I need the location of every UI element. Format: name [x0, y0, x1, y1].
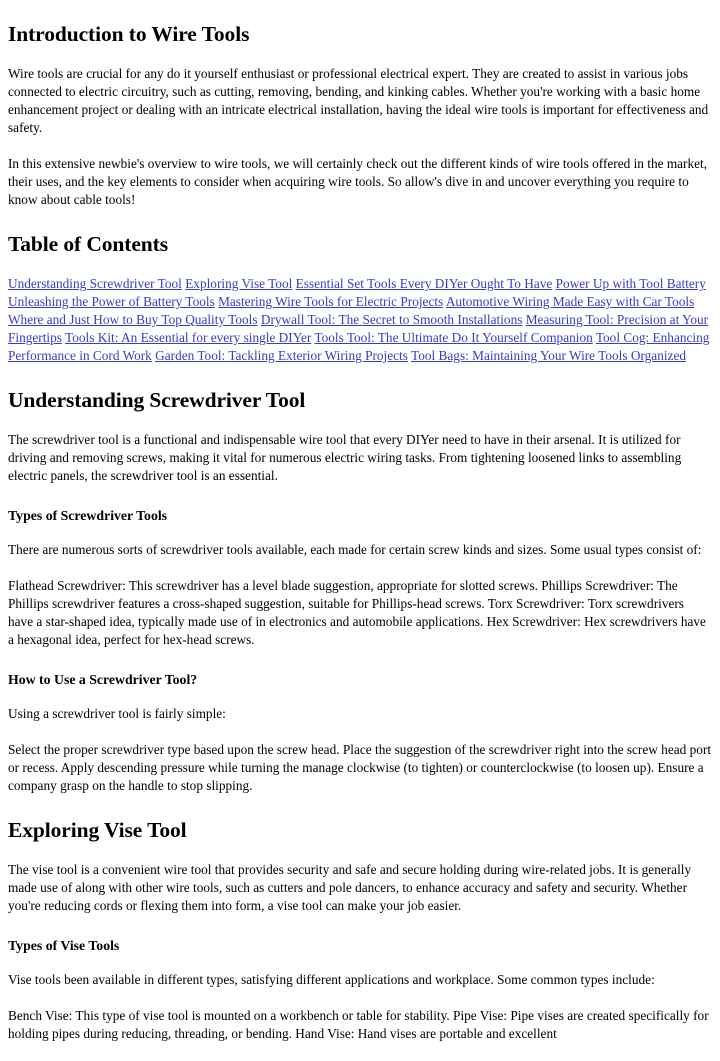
vise-types-paragraph-1: Vise tools been available in different t…: [8, 972, 655, 987]
intro-paragraph-2: In this extensive newbie's overview to w…: [8, 156, 708, 207]
document-page: Introduction to Wire Tools Wire tools ar…: [0, 0, 720, 1061]
screwdriver-intro-paragraph: The screwdriver tool is a functional and…: [8, 432, 682, 483]
vise-types-paragraph-2: Bench Vise: This type of vise tool is mo…: [8, 1008, 709, 1041]
toc-link[interactable]: Mastering Wire Tools for Electric Projec…: [218, 294, 443, 309]
screwdriver-types-paragraph-2: Flathead Screwdriver: This screwdriver h…: [8, 578, 706, 647]
page-title: Introduction to Wire Tools: [8, 22, 250, 46]
table-of-contents-heading: Table of Contents: [8, 232, 168, 256]
toc-link[interactable]: Tool Bags: Maintaining Your Wire Tools O…: [411, 348, 686, 363]
screwdriver-howto-paragraph-2: Select the proper screwdriver type based…: [8, 742, 712, 793]
screwdriver-howto-paragraph-1: Using a screwdriver tool is fairly simpl…: [8, 706, 226, 721]
section-heading-understanding-screwdriver-tool: Understanding Screwdriver Tool: [8, 388, 306, 412]
section-heading-exploring-vise-tool: Exploring Vise Tool: [8, 818, 187, 842]
toc-link[interactable]: Garden Tool: Tackling Exterior Wiring Pr…: [155, 348, 408, 363]
toc-link[interactable]: Where and Just How to Buy Top Quality To…: [8, 312, 258, 327]
toc-link[interactable]: Exploring Vise Tool: [185, 276, 292, 291]
toc-link[interactable]: Understanding Screwdriver Tool: [8, 276, 182, 291]
toc-link[interactable]: Essential Set Tools Every DIYer Ought To…: [296, 276, 553, 291]
intro-paragraph-1: Wire tools are crucial for any do it you…: [8, 66, 709, 135]
toc-link[interactable]: Tools Tool: The Ultimate Do It Yourself …: [314, 330, 592, 345]
toc-link[interactable]: Drywall Tool: The Secret to Smooth Insta…: [261, 312, 523, 327]
subheading-types-of-vise-tools: Types of Vise Tools: [8, 938, 120, 953]
toc-link[interactable]: Unleashing the Power of Battery Tools: [8, 294, 215, 309]
toc-link[interactable]: Automotive Wiring Made Easy with Car Too…: [446, 294, 694, 309]
toc-link[interactable]: Power Up with Tool Battery: [556, 276, 706, 291]
table-of-contents-list: Understanding Screwdriver Tool Exploring…: [8, 275, 712, 365]
screwdriver-types-paragraph-1: There are numerous sorts of screwdriver …: [8, 542, 702, 557]
subheading-how-to-use-a-screwdriver-tool: How to Use a Screwdriver Tool?: [8, 672, 198, 687]
subheading-types-of-screwdriver-tools: Types of Screwdriver Tools: [8, 508, 168, 523]
vise-intro-paragraph: The vise tool is a convenient wire tool …: [8, 862, 692, 913]
toc-link[interactable]: Tools Kit: An Essential for every single…: [65, 330, 311, 345]
